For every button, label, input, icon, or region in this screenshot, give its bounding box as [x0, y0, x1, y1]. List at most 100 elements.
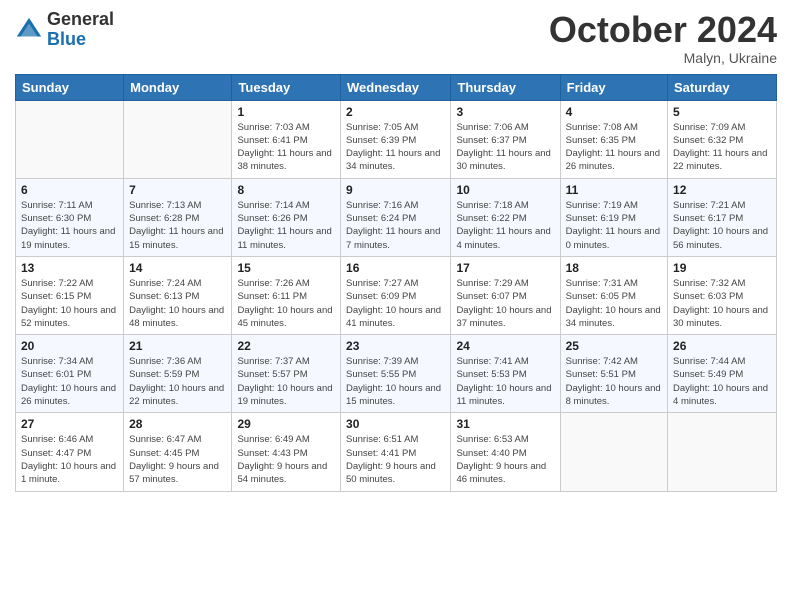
day-number: 30	[346, 417, 445, 431]
day-number: 25	[566, 339, 662, 353]
calendar-cell-w5-d4: 30 Sunrise: 6:51 AMSunset: 4:41 PMDayligh…	[341, 413, 451, 491]
day-number: 27	[21, 417, 118, 431]
calendar-week-5: 27 Sunrise: 6:46 AMSunset: 4:47 PMDayligh…	[16, 413, 777, 491]
calendar-cell-w2-d6: 11 Sunrise: 7:19 AMSunset: 6:19 PMDayligh…	[560, 178, 667, 256]
calendar-cell-w3-d3: 15 Sunrise: 7:26 AMSunset: 6:11 PMDayligh…	[232, 256, 341, 334]
calendar-cell-w3-d7: 19 Sunrise: 7:32 AMSunset: 6:03 PMDayligh…	[668, 256, 777, 334]
day-detail: Sunrise: 7:09 AMSunset: 6:32 PMDaylight:…	[673, 121, 771, 174]
calendar-cell-w5-d1: 27 Sunrise: 6:46 AMSunset: 4:47 PMDayligh…	[16, 413, 124, 491]
calendar-cell-w5-d5: 31 Sunrise: 6:53 AMSunset: 4:40 PMDayligh…	[451, 413, 560, 491]
day-detail: Sunrise: 7:19 AMSunset: 6:19 PMDaylight:…	[566, 199, 662, 252]
calendar-table: Sunday Monday Tuesday Wednesday Thursday…	[15, 74, 777, 492]
logo: General Blue	[15, 10, 114, 50]
day-detail: Sunrise: 7:39 AMSunset: 5:55 PMDaylight:…	[346, 355, 445, 408]
day-detail: Sunrise: 7:42 AMSunset: 5:51 PMDaylight:…	[566, 355, 662, 408]
day-number: 21	[129, 339, 226, 353]
calendar-cell-w3-d6: 18Sunrise: 7:31 AMSunset: 6:05 PMDayligh…	[560, 256, 667, 334]
day-detail: Sunrise: 7:08 AMSunset: 6:35 PMDaylight:…	[566, 121, 662, 174]
day-number: 4	[566, 105, 662, 119]
day-number: 9	[346, 183, 445, 197]
day-detail: Sunrise: 7:34 AMSunset: 6:01 PMDaylight:…	[21, 355, 118, 408]
day-detail: Sunrise: 7:32 AMSunset: 6:03 PMDaylight:…	[673, 277, 771, 330]
calendar-cell-w5-d6	[560, 413, 667, 491]
location-subtitle: Malyn, Ukraine	[549, 50, 777, 66]
logo-icon	[15, 16, 43, 44]
col-tuesday: Tuesday	[232, 74, 341, 100]
day-number: 19	[673, 261, 771, 275]
day-number: 7	[129, 183, 226, 197]
day-number: 8	[237, 183, 335, 197]
day-detail: Sunrise: 7:37 AMSunset: 5:57 PMDaylight:…	[237, 355, 335, 408]
day-number: 16	[346, 261, 445, 275]
calendar-cell-w2-d2: 7 Sunrise: 7:13 AMSunset: 6:28 PMDaylight…	[124, 178, 232, 256]
calendar-week-3: 13Sunrise: 7:22 AMSunset: 6:15 PMDayligh…	[16, 256, 777, 334]
day-detail: Sunrise: 6:46 AMSunset: 4:47 PMDaylight:…	[21, 433, 118, 486]
day-detail: Sunrise: 7:06 AMSunset: 6:37 PMDaylight:…	[456, 121, 554, 174]
day-detail: Sunrise: 7:21 AMSunset: 6:17 PMDaylight:…	[673, 199, 771, 252]
calendar-cell-w4-d4: 23 Sunrise: 7:39 AMSunset: 5:55 PMDayligh…	[341, 335, 451, 413]
calendar-cell-w1-d7: 5 Sunrise: 7:09 AMSunset: 6:32 PMDaylight…	[668, 100, 777, 178]
calendar-week-1: 1Sunrise: 7:03 AMSunset: 6:41 PMDaylight…	[16, 100, 777, 178]
month-title: October 2024	[549, 10, 777, 50]
header: General Blue October 2024 Malyn, Ukraine	[15, 10, 777, 66]
calendar-cell-w4-d7: 26Sunrise: 7:44 AMSunset: 5:49 PMDayligh…	[668, 335, 777, 413]
day-number: 23	[346, 339, 445, 353]
col-sunday: Sunday	[16, 74, 124, 100]
day-number: 31	[456, 417, 554, 431]
col-thursday: Thursday	[451, 74, 560, 100]
calendar-cell-w2-d1: 6Sunrise: 7:11 AMSunset: 6:30 PMDaylight…	[16, 178, 124, 256]
day-detail: Sunrise: 7:24 AMSunset: 6:13 PMDaylight:…	[129, 277, 226, 330]
calendar-cell-w1-d1	[16, 100, 124, 178]
calendar-week-2: 6Sunrise: 7:11 AMSunset: 6:30 PMDaylight…	[16, 178, 777, 256]
calendar-cell-w3-d2: 14Sunrise: 7:24 AMSunset: 6:13 PMDayligh…	[124, 256, 232, 334]
calendar-cell-w4-d6: 25 Sunrise: 7:42 AMSunset: 5:51 PMDayligh…	[560, 335, 667, 413]
day-detail: Sunrise: 6:47 AMSunset: 4:45 PMDaylight:…	[129, 433, 226, 486]
day-detail: Sunrise: 7:27 AMSunset: 6:09 PMDaylight:…	[346, 277, 445, 330]
calendar-cell-w5-d2: 28Sunrise: 6:47 AMSunset: 4:45 PMDayligh…	[124, 413, 232, 491]
day-detail: Sunrise: 7:44 AMSunset: 5:49 PMDaylight:…	[673, 355, 771, 408]
day-number: 2	[346, 105, 445, 119]
day-detail: Sunrise: 7:13 AMSunset: 6:28 PMDaylight:…	[129, 199, 226, 252]
day-number: 17	[456, 261, 554, 275]
col-friday: Friday	[560, 74, 667, 100]
day-number: 20	[21, 339, 118, 353]
day-detail: Sunrise: 7:26 AMSunset: 6:11 PMDaylight:…	[237, 277, 335, 330]
day-detail: Sunrise: 7:05 AMSunset: 6:39 PMDaylight:…	[346, 121, 445, 174]
day-number: 3	[456, 105, 554, 119]
day-number: 5	[673, 105, 771, 119]
calendar-header-row: Sunday Monday Tuesday Wednesday Thursday…	[16, 74, 777, 100]
day-number: 24	[456, 339, 554, 353]
calendar-cell-w2-d3: 8Sunrise: 7:14 AMSunset: 6:26 PMDaylight…	[232, 178, 341, 256]
calendar-cell-w4-d2: 21 Sunrise: 7:36 AMSunset: 5:59 PMDayligh…	[124, 335, 232, 413]
logo-blue-text: Blue	[47, 30, 114, 50]
day-number: 10	[456, 183, 554, 197]
day-detail: Sunrise: 6:51 AMSunset: 4:41 PMDaylight:…	[346, 433, 445, 486]
day-detail: Sunrise: 6:49 AMSunset: 4:43 PMDaylight:…	[237, 433, 335, 486]
day-number: 1	[237, 105, 335, 119]
calendar-cell-w5-d7	[668, 413, 777, 491]
day-detail: Sunrise: 7:31 AMSunset: 6:05 PMDaylight:…	[566, 277, 662, 330]
col-monday: Monday	[124, 74, 232, 100]
calendar-cell-w1-d5: 3 Sunrise: 7:06 AMSunset: 6:37 PMDaylight…	[451, 100, 560, 178]
calendar-cell-w3-d4: 16 Sunrise: 7:27 AMSunset: 6:09 PMDayligh…	[341, 256, 451, 334]
day-number: 12	[673, 183, 771, 197]
logo-general-text: General	[47, 10, 114, 30]
day-detail: Sunrise: 7:18 AMSunset: 6:22 PMDaylight:…	[456, 199, 554, 252]
calendar-cell-w5-d3: 29 Sunrise: 6:49 AMSunset: 4:43 PMDayligh…	[232, 413, 341, 491]
calendar-cell-w1-d3: 1Sunrise: 7:03 AMSunset: 6:41 PMDaylight…	[232, 100, 341, 178]
day-detail: Sunrise: 7:36 AMSunset: 5:59 PMDaylight:…	[129, 355, 226, 408]
day-number: 15	[237, 261, 335, 275]
calendar-cell-w3-d5: 17 Sunrise: 7:29 AMSunset: 6:07 PMDayligh…	[451, 256, 560, 334]
calendar-cell-w1-d4: 2 Sunrise: 7:05 AMSunset: 6:39 PMDaylight…	[341, 100, 451, 178]
day-number: 11	[566, 183, 662, 197]
day-detail: Sunrise: 7:41 AMSunset: 5:53 PMDaylight:…	[456, 355, 554, 408]
day-detail: Sunrise: 6:53 AMSunset: 4:40 PMDaylight:…	[456, 433, 554, 486]
day-detail: Sunrise: 7:16 AMSunset: 6:24 PMDaylight:…	[346, 199, 445, 252]
day-number: 29	[237, 417, 335, 431]
day-detail: Sunrise: 7:29 AMSunset: 6:07 PMDaylight:…	[456, 277, 554, 330]
calendar-cell-w2-d7: 12 Sunrise: 7:21 AMSunset: 6:17 PMDayligh…	[668, 178, 777, 256]
title-block: October 2024 Malyn, Ukraine	[549, 10, 777, 66]
calendar-cell-w2-d4: 9 Sunrise: 7:16 AMSunset: 6:24 PMDaylight…	[341, 178, 451, 256]
calendar-cell-w4-d1: 20 Sunrise: 7:34 AMSunset: 6:01 PMDayligh…	[16, 335, 124, 413]
calendar-cell-w4-d3: 22Sunrise: 7:37 AMSunset: 5:57 PMDayligh…	[232, 335, 341, 413]
